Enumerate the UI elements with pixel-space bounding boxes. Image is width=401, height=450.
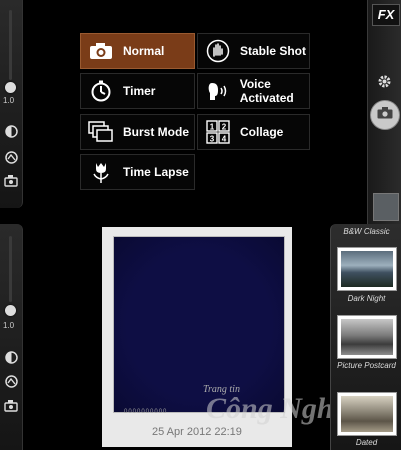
camera-icon <box>87 37 115 65</box>
gallery-thumbnail[interactable] <box>373 193 399 221</box>
filter-label[interactable]: Picture Postcard <box>331 361 401 371</box>
filter-label[interactable]: Dated <box>331 438 401 448</box>
zoom-slider-track[interactable] <box>9 10 12 80</box>
filter-thumb-dated[interactable] <box>337 392 397 436</box>
filter-label[interactable]: Dark Night <box>331 294 401 304</box>
mode-timer[interactable]: Timer <box>80 73 195 109</box>
mode-label: Stable Shot <box>240 44 307 58</box>
left-control-bar-top: 1.0 <box>0 0 23 208</box>
right-control-bar: FX <box>367 0 401 224</box>
svg-text:1: 1 <box>210 123 215 132</box>
tulip-icon <box>87 158 115 186</box>
mode-label: Burst Mode <box>123 125 189 139</box>
mode-time-lapse[interactable]: Time Lapse <box>80 154 195 190</box>
mode-collage[interactable]: 1 2 3 4 Collage <box>197 114 310 150</box>
photo-date: 25 Apr 2012 22:19 <box>152 426 242 438</box>
mode-label: Time Lapse <box>123 165 189 179</box>
left-control-bar-bottom: 1.0 <box>0 224 23 450</box>
filter-label[interactable]: B&W Classic <box>331 227 401 237</box>
zoom-value: 1.0 <box>3 321 15 330</box>
filter-strip[interactable]: B&W Classic Dark Night Picture Postcard … <box>330 224 401 450</box>
filter-thumb-dark-night[interactable] <box>337 247 397 291</box>
mode-label: Normal <box>123 44 165 58</box>
scene-icon[interactable] <box>4 150 18 164</box>
burst-icon <box>87 118 115 146</box>
hand-icon <box>204 37 232 65</box>
mode-burst[interactable]: Burst Mode <box>80 114 195 150</box>
voice-icon <box>204 77 232 105</box>
fx-button[interactable]: FX <box>372 4 400 26</box>
mode-label: Voice Activated <box>239 77 294 105</box>
scene-icon[interactable] <box>4 374 18 388</box>
exposure-icon[interactable] <box>4 124 18 138</box>
watermark-large: Công Nghệ <box>206 392 347 425</box>
settings-gear-icon[interactable] <box>377 74 392 94</box>
zoom-slider-knob[interactable] <box>5 82 16 93</box>
timer-icon <box>87 77 115 105</box>
shutter-button[interactable] <box>370 100 400 130</box>
mode-label: Collage <box>240 125 284 139</box>
svg-text:4: 4 <box>222 135 227 144</box>
collage-icon: 1 2 3 4 <box>204 118 232 146</box>
mode-stable-shot[interactable]: Stable Shot <box>197 33 310 69</box>
exposure-icon[interactable] <box>4 350 18 364</box>
zoom-slider-knob[interactable] <box>5 305 16 316</box>
photo-image <box>113 236 285 413</box>
filter-thumb-picture-postcard[interactable] <box>337 315 397 359</box>
camera-settings-icon[interactable] <box>4 398 18 412</box>
mode-normal[interactable]: Normal <box>80 33 195 69</box>
svg-text:2: 2 <box>222 123 227 132</box>
camera-icon <box>377 106 393 124</box>
zoom-value: 1.0 <box>3 96 15 105</box>
mode-voice-activated[interactable]: Voice Activated <box>197 73 310 109</box>
zoom-slider-track[interactable] <box>9 236 12 302</box>
camera-settings-icon[interactable] <box>4 173 18 187</box>
svg-text:3: 3 <box>210 135 215 144</box>
photo-code: 0000000000 <box>124 409 168 415</box>
mode-label: Timer <box>123 84 156 98</box>
